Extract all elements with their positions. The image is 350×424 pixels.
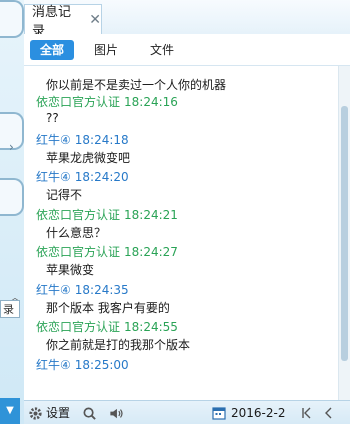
filter-files[interactable]: 文件: [142, 40, 182, 60]
list-item: 红牛④ 18:25:00: [24, 356, 338, 394]
message-text: 你以前是不是卖过一个人你的机器: [46, 78, 227, 92]
calendar-icon: [212, 406, 226, 420]
chevron-down-icon[interactable]: ▼: [0, 398, 20, 424]
scrollbar-thumb[interactable]: [341, 106, 348, 361]
message-sender: 红牛④ 18:24:35: [36, 282, 129, 297]
list-item: 依恋口官方认证 18:24:16 ??: [24, 93, 338, 131]
message-sender: 依恋口官方认证 18:24:27: [36, 245, 178, 259]
message-history-panel: 消息记录 ✕ 全部 图片 文件 你以前是不是卖过一个人你的机器 依恋口官方认证 1…: [24, 0, 350, 424]
date-picker[interactable]: 2016-2-2: [212, 404, 285, 422]
message-sender: 红牛④ 18:25:00: [36, 357, 129, 372]
list-item: 你以前是不是卖过一个人你的机器: [24, 66, 338, 93]
scrollbar[interactable]: [338, 66, 350, 400]
message-sender: 依恋口官方认证 18:24:21: [36, 207, 178, 222]
side-handle[interactable]: [0, 0, 24, 38]
message-sender: 依恋口官方认证 18:24:16: [36, 95, 178, 109]
search-icon[interactable]: [82, 404, 97, 422]
message-text: 记得不: [46, 188, 83, 202]
message-text: 苹果龙虎微变吧: [46, 150, 131, 165]
gear-icon: [28, 406, 43, 421]
message-text: ??: [46, 111, 59, 125]
list-item: 红牛④ 18:24:35 那个版本 我客户有要的: [24, 281, 338, 319]
list-item: 依恋口官方认证 18:24:27 苹果微变: [24, 243, 338, 281]
partial-select[interactable]: 录: [0, 300, 20, 318]
settings-button[interactable]: 设置: [28, 404, 70, 422]
background-chat-window-strip: › ︿ 录 ▼: [0, 0, 25, 424]
message-list: 你以前是不是卖过一个人你的机器 依恋口官方认证 18:24:16 ?? 红牛④ 18…: [24, 66, 338, 400]
message-sender: 依恋口官方认证 18:24:55: [36, 320, 178, 334]
tab-message-history[interactable]: 消息记录 ✕: [24, 4, 102, 39]
list-item: 依恋口官方认证 18:24:55 你之前就是打的我那个版本: [24, 318, 338, 356]
message-text: 你之前就是打的我那个版本: [46, 338, 191, 352]
list-item: 红牛④ 18:24:18 苹果龙虎微变吧: [24, 131, 338, 169]
filter-bar: 全部 图片 文件: [24, 34, 350, 66]
chevron-right-icon[interactable]: ›: [9, 140, 14, 154]
close-icon[interactable]: ✕: [89, 12, 101, 28]
settings-label: 设置: [46, 406, 71, 420]
list-item: 红牛④ 18:24:20 记得不: [24, 168, 338, 206]
date-label: 2016-2-2: [231, 406, 286, 420]
message-text: 那个版本 我客户有要的: [46, 300, 170, 315]
message-text: 什么意思？: [46, 225, 107, 240]
message-sender: 红牛④ 18:24:18: [36, 132, 129, 147]
bottom-toolbar: 设置 2016-2-2: [24, 400, 350, 424]
previous-page-icon[interactable]: [322, 404, 336, 422]
tab-title: 消息记录: [32, 4, 72, 39]
tab-header: 消息记录 ✕: [24, 0, 350, 39]
speaker-icon[interactable]: [108, 404, 124, 422]
side-handle[interactable]: [0, 178, 24, 216]
message-text: 苹果微变: [46, 263, 95, 277]
filter-images[interactable]: 图片: [86, 40, 126, 60]
filter-all[interactable]: 全部: [30, 40, 74, 60]
first-page-icon[interactable]: [300, 404, 314, 422]
list-item: 依恋口官方认证 18:24:21 什么意思？: [24, 206, 338, 244]
message-sender: 红牛④ 18:24:20: [36, 170, 129, 184]
